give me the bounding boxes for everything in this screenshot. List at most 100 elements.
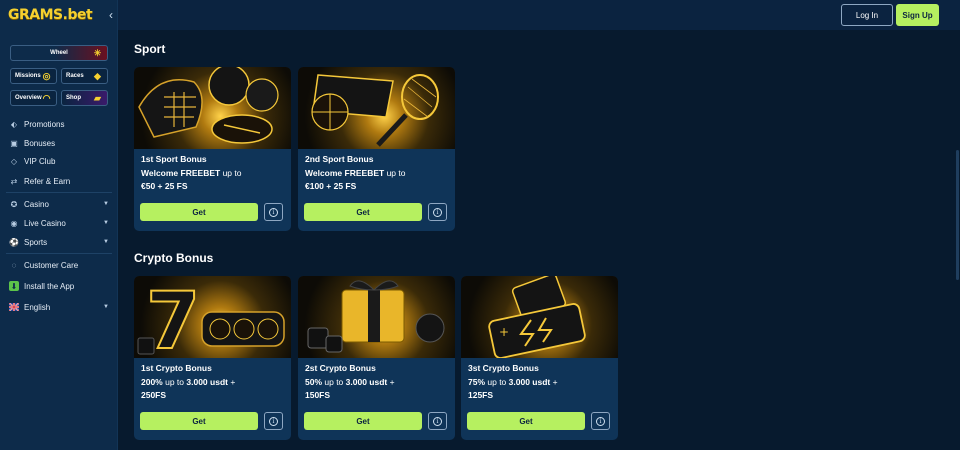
- card-desc-amount: 3.000 usdt: [508, 377, 551, 387]
- races-tile-label: Races: [66, 73, 84, 79]
- info-button[interactable]: i: [428, 412, 447, 430]
- sport-bonus-image: [134, 67, 291, 149]
- chevron-down-icon: ▼: [103, 220, 109, 226]
- card-desc-percent: 200%: [141, 377, 163, 387]
- sidebar-item-refer-earn[interactable]: ⇄ Refer & Earn: [9, 174, 109, 188]
- sidebar-item-language[interactable]: English ▼: [9, 300, 109, 314]
- login-button[interactable]: Log In: [841, 4, 893, 26]
- scrollbar-thumb[interactable]: [956, 150, 959, 280]
- card-desc-percent: 75%: [468, 377, 486, 387]
- overview-tile-label: Overview: [15, 95, 42, 101]
- sidebar-item-label: Bonuses: [24, 138, 56, 148]
- bonus-card: 1st Sport Bonus Welcome FREEBET up to €5…: [134, 67, 291, 231]
- sidebar-item-label: English: [24, 302, 51, 312]
- casino-chip-icon: ✪: [10, 199, 18, 209]
- live-icon: ◉: [10, 218, 18, 228]
- crypto-bonus-image: [298, 276, 455, 358]
- card-desc-bold: Welcome FREEBET: [305, 168, 385, 178]
- sidebar-item-sports[interactable]: ⚽ Sports ▼: [9, 235, 109, 249]
- sidebar-item-label: VIP Club: [24, 156, 56, 166]
- card-desc-amount: 3.000 usdt: [345, 377, 388, 387]
- card-description: 50% up to 3.000 usdt + 150FS: [305, 376, 450, 402]
- shop-tile[interactable]: Shop ▰: [61, 90, 108, 106]
- card-description: Welcome FREEBET up to €50 + 25 FS: [141, 167, 286, 193]
- chevron-down-icon: ▼: [103, 239, 109, 245]
- card-title: 2nd Sport Bonus: [305, 154, 374, 164]
- races-tile[interactable]: Races ◆: [61, 68, 108, 84]
- diamond-icon: ◇: [10, 156, 18, 166]
- signup-button[interactable]: Sign Up: [896, 4, 939, 26]
- card-title: 2st Crypto Bonus: [305, 363, 376, 373]
- bonus-card: 2nd Sport Bonus Welcome FREEBET up to €1…: [298, 67, 455, 231]
- card-desc-freespins: 250FS: [141, 390, 167, 400]
- shop-tile-label: Shop: [66, 95, 81, 101]
- overview-tile[interactable]: Overview ◠: [10, 90, 57, 106]
- chevron-down-icon: ▼: [103, 304, 109, 310]
- card-title: 3st Crypto Bonus: [468, 363, 539, 373]
- ball-icon: ⚽: [9, 237, 19, 247]
- info-icon: i: [596, 416, 605, 426]
- card-title: 1st Crypto Bonus: [141, 363, 212, 373]
- sidebar-divider: [6, 192, 112, 193]
- uk-flag-icon: [9, 302, 19, 312]
- card-desc-normal: up to: [485, 377, 509, 387]
- brand-logo[interactable]: GRAMS.bet: [8, 7, 93, 23]
- card-desc-amount: 3.000 usdt: [186, 377, 228, 387]
- card-description: 75% up to 3.000 usdt + 125FS: [468, 376, 613, 402]
- sidebar-item-label: Customer Care: [24, 260, 79, 270]
- card-desc-bold: Welcome FREEBET: [141, 168, 221, 178]
- target-icon: ◎: [42, 71, 51, 81]
- card-desc-percent: 50%: [305, 377, 323, 387]
- sidebar-item-label: Casino: [24, 199, 49, 209]
- card-desc-tail: +: [227, 377, 236, 387]
- sidebar-item-label: Refer & Earn: [24, 176, 71, 186]
- wheel-tile-label: Wheel: [50, 50, 68, 56]
- missions-tile-label: Missions: [15, 73, 41, 79]
- section-title-sport: Sport: [134, 42, 166, 56]
- info-button[interactable]: i: [264, 412, 283, 430]
- collapse-sidebar-icon[interactable]: ‹: [104, 7, 118, 23]
- get-button[interactable]: Get: [140, 412, 258, 430]
- gauge-icon: ◠: [42, 93, 51, 103]
- share-icon: ⇄: [10, 176, 18, 186]
- missions-tile[interactable]: Missions ◎: [10, 68, 57, 84]
- ticket-icon: ◆: [94, 71, 101, 81]
- gift-icon: ▣: [10, 138, 18, 148]
- sidebar-item-promotions[interactable]: ⬖ Promotions: [9, 117, 109, 131]
- info-icon: i: [433, 207, 442, 217]
- get-button[interactable]: Get: [304, 412, 422, 430]
- tag-icon: ⬖: [10, 119, 18, 129]
- sidebar-divider: [6, 253, 112, 254]
- sport-bonus-image: [298, 67, 455, 149]
- wheel-icon: ✳: [93, 48, 102, 58]
- bonus-card: 7 1st Crypto Bonus 200% up to 3.000 usdt…: [134, 276, 291, 440]
- crypto-bonus-image: +: [461, 276, 618, 358]
- info-icon: i: [269, 416, 278, 426]
- sidebar-item-live-casino[interactable]: ◉ Live Casino ▼: [9, 216, 110, 230]
- download-icon: ⬇: [9, 281, 19, 291]
- card-desc-tail: +: [550, 377, 558, 387]
- info-button[interactable]: i: [264, 203, 283, 221]
- card-desc-normal: up to: [384, 168, 406, 178]
- info-button[interactable]: i: [591, 412, 610, 430]
- sidebar-item-vip-club[interactable]: ◇ VIP Club: [9, 154, 109, 168]
- sidebar-item-install-app[interactable]: ⬇ Install the App: [9, 279, 109, 293]
- wheel-tile[interactable]: Wheel ✳: [10, 45, 108, 61]
- sidebar-item-bonuses[interactable]: ▣ Bonuses: [9, 136, 109, 150]
- bonus-card: 2st Crypto Bonus 50% up to 3.000 usdt + …: [298, 276, 455, 440]
- card-description: 200% up to 3.000 usdt + 250FS: [141, 376, 286, 402]
- top-bar: [118, 0, 960, 30]
- get-button[interactable]: Get: [467, 412, 585, 430]
- section-title-crypto: Crypto Bonus: [134, 251, 214, 265]
- get-button[interactable]: Get: [304, 203, 422, 221]
- sidebar-item-casino[interactable]: ✪ Casino ▼: [9, 197, 109, 211]
- chevron-down-icon: ▼: [103, 201, 109, 207]
- bonus-card: + 3st Crypto Bonus 75% up to 3.000 usdt …: [461, 276, 618, 440]
- sidebar-item-customer-care[interactable]: ◌ Customer Care: [9, 258, 109, 272]
- get-button[interactable]: Get: [140, 203, 258, 221]
- info-button[interactable]: i: [428, 203, 447, 221]
- card-desc-freespins: 150FS: [305, 390, 331, 400]
- card-desc-normal: up to: [322, 377, 346, 387]
- crypto-bonus-image: 7: [134, 276, 291, 358]
- card-desc-amount: €50 + 25 FS: [141, 181, 188, 191]
